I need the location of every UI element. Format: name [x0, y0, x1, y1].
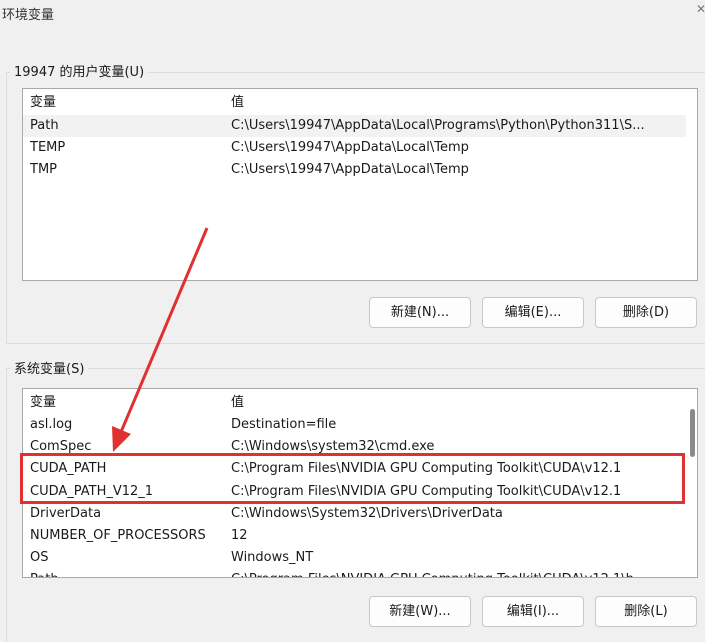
variable-name: ComSpec [30, 439, 92, 454]
variable-name: Path [30, 569, 59, 577]
variable-name: CUDA_PATH [30, 461, 107, 476]
variable-value: C:\Windows\System32\Drivers\DriverData [231, 506, 503, 521]
system-variables-list[interactable]: 变量 值 asl.log Destination=file ComSpec C:… [22, 388, 698, 578]
user-delete-button[interactable]: 删除(D) [595, 297, 697, 328]
table-row[interactable]: CUDA_PATH_V12_1 C:\Program Files\NVIDIA … [23, 481, 686, 503]
variable-value: C:\Users\19947\AppData\Local\Temp [231, 162, 469, 177]
user-variables-list[interactable]: 变量 值 Path C:\Users\19947\AppData\Local\P… [22, 88, 698, 281]
vertical-scrollbar[interactable] [689, 397, 695, 572]
window-title: 环境变量 [2, 8, 55, 23]
table-row[interactable]: TEMP C:\Users\19947\AppData\Local\Temp [23, 137, 686, 159]
close-icon[interactable]: ✕ [696, 2, 705, 16]
table-row[interactable]: OS Windows_NT [23, 547, 686, 569]
variable-name: Path [30, 118, 59, 133]
variable-value: Destination=file [231, 417, 337, 432]
variable-name: TEMP [30, 140, 66, 155]
table-row[interactable]: Path C:\Program Files\NVIDIA GPU Computi… [23, 569, 686, 577]
variable-value: C:\Program Files\NVIDIA GPU Computing To… [231, 569, 681, 577]
table-row[interactable]: ComSpec C:\Windows\system32\cmd.exe [23, 436, 686, 458]
header-value[interactable]: 值 [231, 392, 681, 414]
variable-value: C:\Users\19947\AppData\Local\Programs\Py… [231, 118, 645, 133]
variable-value: C:\Program Files\NVIDIA GPU Computing To… [231, 461, 622, 476]
user-edit-button[interactable]: 编辑(E)... [482, 297, 584, 328]
table-row[interactable]: TMP C:\Users\19947\AppData\Local\Temp [23, 159, 686, 181]
table-row[interactable]: NUMBER_OF_PROCESSORS 12 [23, 525, 686, 547]
system-delete-button[interactable]: 删除(L) [595, 596, 697, 627]
user-variables-legend: 19947 的用户变量(U) [10, 61, 149, 80]
variable-name: NUMBER_OF_PROCESSORS [30, 528, 206, 543]
system-edit-button[interactable]: 编辑(I)... [482, 596, 584, 627]
header-name[interactable]: 变量 [30, 92, 56, 114]
header-name[interactable]: 变量 [30, 392, 56, 414]
variable-name: OS [30, 550, 49, 565]
variable-name: TMP [30, 162, 57, 177]
user-new-button[interactable]: 新建(N)... [369, 297, 471, 328]
table-row[interactable]: CUDA_PATH C:\Program Files\NVIDIA GPU Co… [23, 458, 686, 480]
variable-value: C:\Windows\system32\cmd.exe [231, 439, 435, 454]
system-variables-legend: 系统变量(S) [10, 358, 89, 377]
list-header: 变量 值 [23, 392, 686, 414]
table-row[interactable]: DriverData C:\Windows\System32\Drivers\D… [23, 503, 686, 525]
table-row[interactable]: asl.log Destination=file [23, 414, 686, 436]
system-new-button[interactable]: 新建(W)... [369, 596, 471, 627]
scrollbar-thumb[interactable] [690, 409, 695, 457]
variable-value: 12 [231, 528, 248, 543]
variable-name: DriverData [30, 506, 102, 521]
table-row[interactable]: Path C:\Users\19947\AppData\Local\Progra… [23, 115, 686, 137]
variable-value: Windows_NT [231, 550, 314, 565]
list-header: 变量 值 [23, 92, 686, 114]
variable-value: C:\Program Files\NVIDIA GPU Computing To… [231, 484, 622, 499]
header-value[interactable]: 值 [231, 92, 681, 114]
variable-value: C:\Users\19947\AppData\Local\Temp [231, 140, 469, 155]
variable-name: CUDA_PATH_V12_1 [30, 484, 154, 499]
variable-name: asl.log [30, 417, 73, 432]
